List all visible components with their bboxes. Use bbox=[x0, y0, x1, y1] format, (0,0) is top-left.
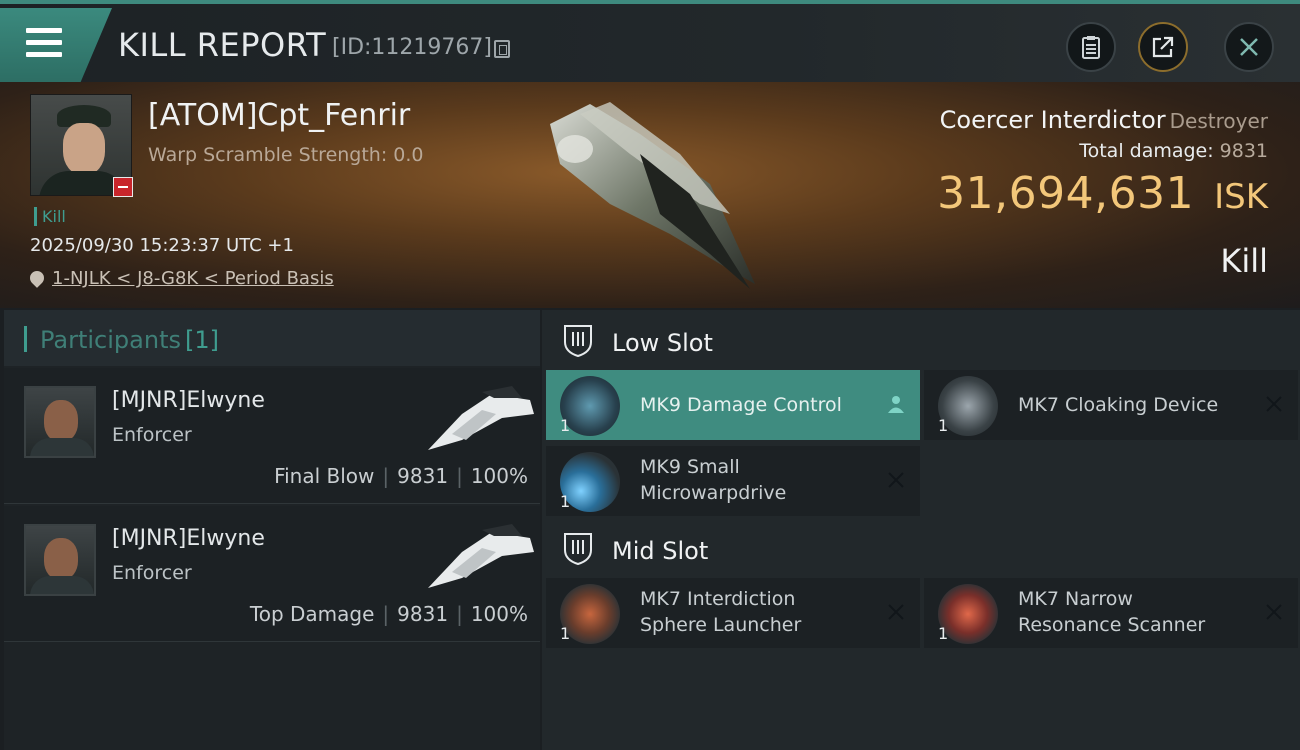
page-title: KILL REPORT bbox=[118, 26, 327, 64]
corp-badge-icon bbox=[113, 177, 133, 197]
close-icon bbox=[888, 604, 904, 620]
module-qty: 1 bbox=[560, 492, 571, 511]
participant-ship-image bbox=[428, 386, 534, 450]
participant-ship-image bbox=[428, 524, 534, 588]
fitting-panel: Low Slot 1 MK9 Damage Control 1 MK7 Cloa… bbox=[542, 310, 1300, 750]
kill-banner: [ATOM]Cpt_Fenrir Warp Scramble Strength:… bbox=[0, 82, 1300, 308]
participant-damage: 9831 bbox=[397, 602, 449, 626]
total-damage-label: Total damage: bbox=[1079, 140, 1214, 162]
kill-tag: Kill bbox=[34, 207, 66, 226]
participant-stats: Top Damage | 9831 | 100% bbox=[249, 602, 528, 626]
victim-ship-image bbox=[550, 102, 755, 289]
module-name: MK9 Small Microwarpdrive bbox=[640, 456, 787, 504]
participant-avatar[interactable] bbox=[24, 524, 96, 596]
victim-name[interactable]: [ATOM]Cpt_Fenrir bbox=[148, 98, 410, 133]
shield-icon bbox=[564, 533, 592, 566]
module-qty: 1 bbox=[560, 416, 571, 435]
module-qty: 1 bbox=[938, 416, 949, 435]
location-link[interactable]: 1-NJLK < J8-G8K < Period Basis bbox=[52, 268, 334, 289]
participant-role: Top Damage bbox=[249, 602, 375, 626]
participant-stats: Final Blow | 9831 | 100% bbox=[274, 464, 528, 488]
participant-percent: 100% bbox=[470, 602, 528, 626]
menu-button[interactable] bbox=[0, 8, 112, 82]
warp-scramble-strength: Warp Scramble Strength: 0.0 bbox=[148, 144, 424, 166]
share-button[interactable] bbox=[1138, 22, 1188, 72]
participant-role: Final Blow bbox=[274, 464, 375, 488]
menu-icon bbox=[26, 28, 62, 58]
close-icon bbox=[888, 472, 904, 488]
participant-row[interactable]: [MJNR]Elwyne Enforcer Final Blow | 9831 | 10… bbox=[4, 368, 540, 504]
isk-value: 31,694,631 bbox=[937, 168, 1195, 219]
share-icon bbox=[1152, 36, 1174, 58]
top-bar: KILL REPORT [ID:11219767] bbox=[0, 0, 1300, 82]
kill-result: Kill bbox=[1220, 242, 1268, 280]
low-slot-label: Low Slot bbox=[612, 329, 713, 357]
module-name: MK7 Narrow Resonance Scanner bbox=[1018, 588, 1206, 636]
low-slot-header: Low Slot bbox=[542, 312, 1300, 370]
isk-value-row: 31,694,631 ISK bbox=[937, 168, 1268, 219]
close-button[interactable] bbox=[1224, 22, 1274, 72]
kill-datetime: 2025/09/30 15:23:37 UTC +1 bbox=[30, 235, 294, 256]
participant-ship: Enforcer bbox=[112, 424, 192, 446]
report-id: [ID:11219767] bbox=[332, 35, 492, 60]
participants-panel: Participants [1] [MJNR]Elwyne Enforcer Fi… bbox=[4, 310, 540, 750]
kill-location[interactable]: 1-NJLK < J8-G8K < Period Basis bbox=[27, 268, 334, 289]
mid-slot-header: Mid Slot bbox=[542, 520, 1300, 578]
participants-count: [1] bbox=[184, 326, 219, 354]
module-name: MK9 Damage Control bbox=[640, 394, 842, 416]
clipboard-icon bbox=[1082, 36, 1100, 59]
shield-icon bbox=[564, 325, 592, 358]
module-qty: 1 bbox=[560, 624, 571, 643]
module-item[interactable]: 1 MK9 Small Microwarpdrive bbox=[546, 446, 920, 516]
participant-damage: 9831 bbox=[397, 464, 449, 488]
participant-ship: Enforcer bbox=[112, 562, 192, 584]
close-icon bbox=[1240, 38, 1258, 56]
copy-icon[interactable] bbox=[494, 40, 510, 58]
user-icon bbox=[888, 396, 904, 413]
participant-avatar[interactable] bbox=[24, 386, 96, 458]
mid-slot-label: Mid Slot bbox=[612, 537, 709, 565]
report-button[interactable] bbox=[1066, 22, 1116, 72]
participant-name[interactable]: [MJNR]Elwyne bbox=[112, 388, 265, 413]
victim-ship: Coercer Interdictor Destroyer bbox=[940, 106, 1268, 134]
isk-unit: ISK bbox=[1214, 177, 1268, 217]
participants-label: Participants bbox=[40, 326, 181, 354]
module-item[interactable]: 1 MK9 Damage Control bbox=[546, 370, 920, 440]
participants-header[interactable]: Participants [1] bbox=[4, 310, 540, 366]
participant-name[interactable]: [MJNR]Elwyne bbox=[112, 526, 265, 551]
total-damage-value: 9831 bbox=[1219, 140, 1268, 162]
participant-percent: 100% bbox=[470, 464, 528, 488]
module-item[interactable]: 1 MK7 Interdiction Sphere Launcher bbox=[546, 578, 920, 648]
participant-row[interactable]: [MJNR]Elwyne Enforcer Top Damage | 9831 | 10… bbox=[4, 506, 540, 642]
module-item[interactable]: 1 MK7 Cloaking Device bbox=[924, 370, 1298, 440]
ship-name[interactable]: Coercer Interdictor bbox=[940, 106, 1166, 134]
location-pin-icon bbox=[27, 268, 47, 288]
module-item[interactable]: 1 MK7 Narrow Resonance Scanner bbox=[924, 578, 1298, 648]
ship-class: Destroyer bbox=[1169, 109, 1268, 133]
module-name: MK7 Interdiction Sphere Launcher bbox=[640, 588, 802, 636]
total-damage: Total damage: 9831 bbox=[1079, 140, 1268, 162]
close-icon bbox=[1266, 396, 1282, 412]
module-name: MK7 Cloaking Device bbox=[1018, 394, 1219, 416]
close-icon bbox=[1266, 604, 1282, 620]
module-qty: 1 bbox=[938, 624, 949, 643]
